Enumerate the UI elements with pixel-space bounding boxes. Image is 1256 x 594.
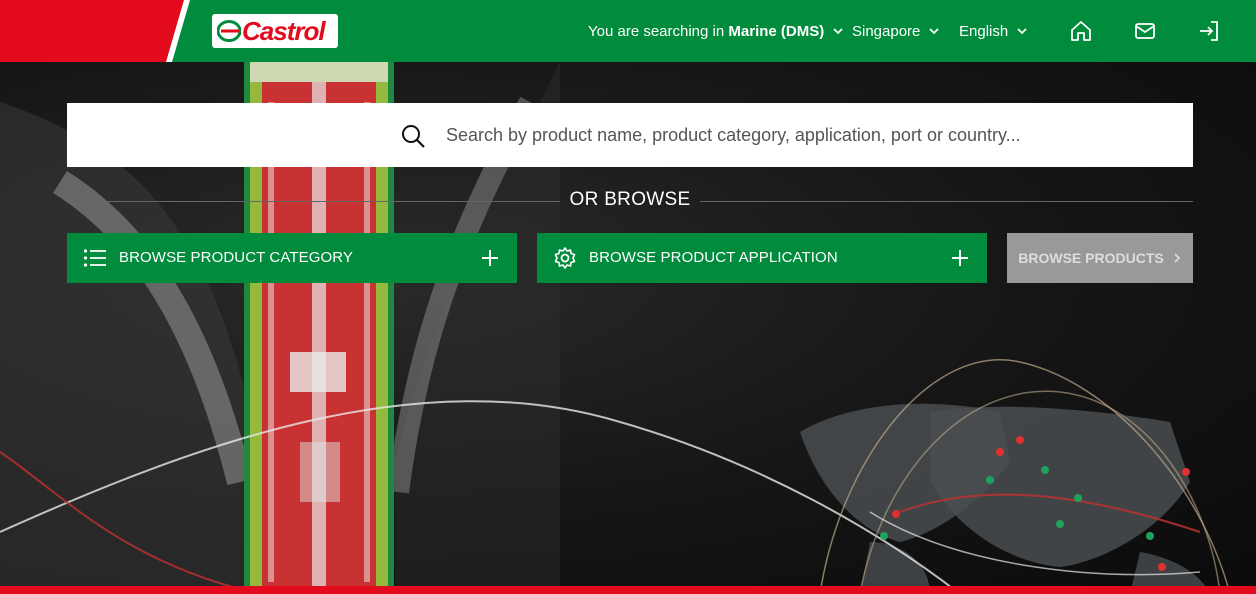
or-browse-label: OR BROWSE (569, 189, 691, 210)
browse-product-application-button[interactable]: BROWSE PRODUCT APPLICATION (537, 233, 987, 283)
castrol-logo-mark-icon (217, 20, 241, 42)
chevron-down-icon (929, 28, 940, 35)
brand-name: Castrol (242, 15, 326, 46)
search-icon[interactable] (400, 123, 426, 149)
search-input[interactable] (446, 103, 1186, 167)
browse-application-label: BROWSE PRODUCT APPLICATION (589, 249, 838, 266)
mail-icon[interactable] (1133, 19, 1157, 43)
plus-icon (952, 250, 968, 266)
divider-left (67, 201, 560, 202)
region-selector[interactable]: Singapore (852, 0, 940, 62)
language-value: English (959, 22, 1009, 40)
gear-icon (554, 247, 576, 269)
list-icon (83, 249, 106, 267)
sign-in-icon[interactable] (1197, 19, 1221, 43)
browse-products-label: BROWSE PRODUCTS (1018, 250, 1164, 266)
top-header: Castrol You are searching in Marine (DMS… (0, 0, 1256, 62)
sector-prefix: You are searching in (588, 22, 729, 40)
home-icon[interactable] (1069, 19, 1093, 43)
browse-category-label: BROWSE PRODUCT CATEGORY (119, 249, 353, 266)
language-selector[interactable]: English (959, 0, 1028, 62)
browse-products-button[interactable]: BROWSE PRODUCTS (1007, 233, 1193, 283)
search-bar (67, 103, 1193, 167)
castrol-logo[interactable]: Castrol (212, 14, 338, 48)
sector-value: Marine (DMS) (728, 22, 825, 40)
chevron-down-icon (833, 28, 843, 35)
header-red-stripe (0, 0, 190, 62)
bottom-red-bar (0, 586, 1256, 594)
browse-product-category-button[interactable]: BROWSE PRODUCT CATEGORY (67, 233, 517, 283)
sector-selector[interactable]: You are searching in Marine (DMS) (588, 0, 844, 62)
chevron-right-icon (1174, 253, 1180, 263)
chevron-down-icon (1017, 28, 1027, 35)
plus-icon (482, 250, 498, 266)
divider-right (700, 201, 1193, 202)
region-value: Singapore (852, 22, 921, 40)
